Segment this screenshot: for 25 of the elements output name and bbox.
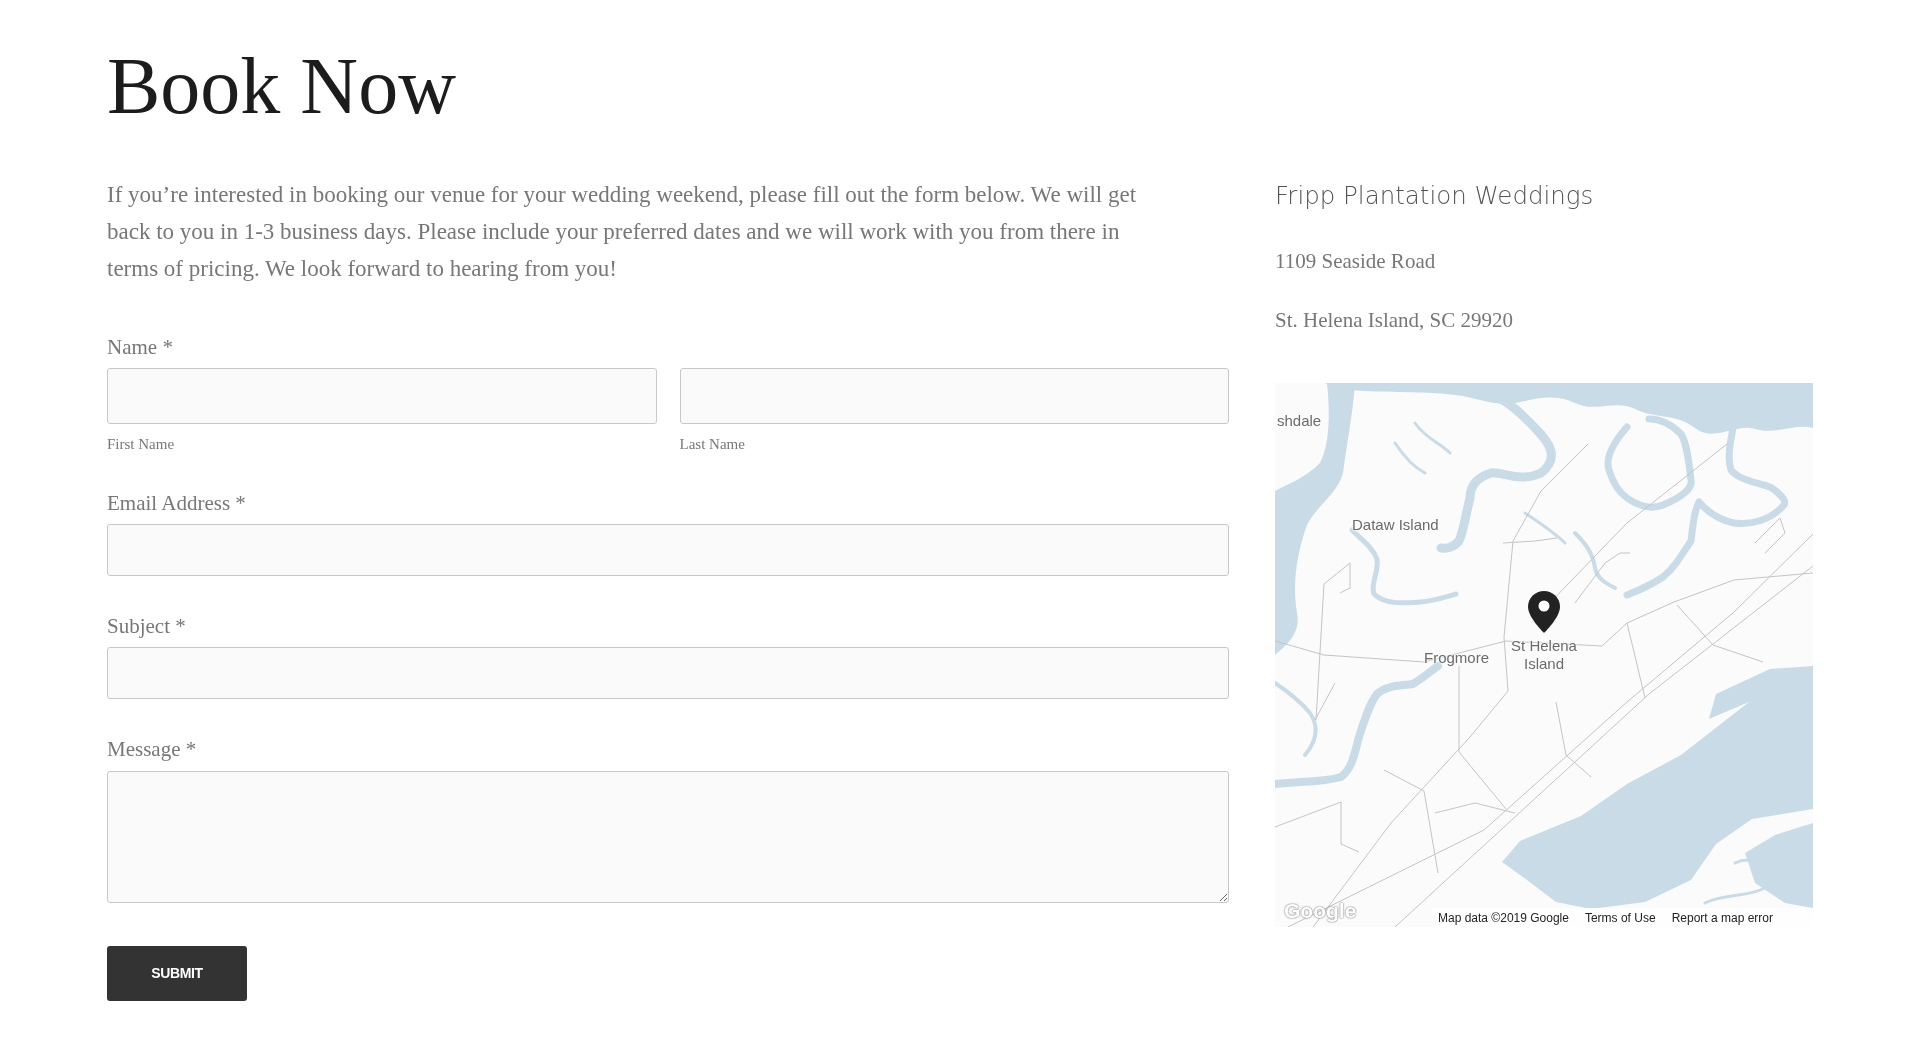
textarea-field[interactable] [107,771,1229,903]
map-label: Frogmore [1424,649,1490,667]
intro-paragraph: If you’re interested in booking our venue for your wedding weekend, please fill out the form below. We will get back to you in 1-3 business days. Please include your preferred dates and we will work with you from there in terms of pricing. We look forward to hearing from you! [107,181,1138,283]
field-label: Email Address * [107,490,247,517]
map-label: Dataw Island [1352,516,1439,534]
map-attribution: Map data ©2019 Google [1438,910,1569,925]
sub-label: Last Name [679,435,746,453]
map-link[interactable]: Report a map error [1671,910,1773,925]
field-label: Message * [107,736,198,763]
input-field[interactable] [107,368,657,424]
field-label: Name * [107,334,174,361]
map-link[interactable]: Terms of Use [1584,910,1656,925]
input-field[interactable] [679,368,1229,424]
submit-button[interactable]: SUBMIT [107,946,247,1001]
map-label: shdale [1277,412,1322,430]
input-field[interactable] [107,524,1229,576]
field-label: Subject * [107,613,187,640]
address-line: 1109 Seaside Road [1275,248,1436,275]
page-title: Book Now [107,46,456,126]
map-label: St Helena Island [1510,637,1578,673]
input-field[interactable] [107,647,1229,699]
address-line: St. Helena Island, SC 29920 [1275,307,1513,334]
venue-name: Fripp Plantation Weddings [1275,180,1594,212]
map-pin-icon [1528,591,1560,633]
sub-label: First Name [107,435,176,453]
